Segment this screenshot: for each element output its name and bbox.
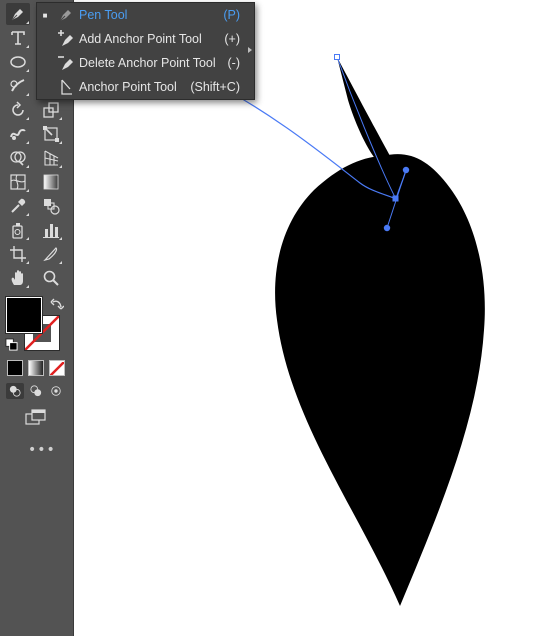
flyout-item-label: Pen Tool	[79, 8, 128, 22]
mesh-icon	[10, 174, 26, 190]
gradient-mode-button[interactable]	[28, 360, 44, 376]
perspective-grid-icon	[44, 150, 59, 166]
rotate-tool-button[interactable]	[6, 99, 30, 121]
flyout-item-label: Anchor Point Tool	[79, 80, 177, 94]
hand-tool-button[interactable]	[6, 267, 30, 289]
fill-swatch[interactable]	[6, 297, 42, 333]
column-graph-tool-button[interactable]	[39, 219, 63, 241]
scale-icon	[43, 102, 59, 118]
flyout-item-label: Add Anchor Point Tool	[79, 32, 202, 46]
none-mode-button[interactable]	[49, 360, 65, 376]
symbol-sprayer-tool-button[interactable]	[6, 219, 30, 241]
flyout-item-shortcut: (-)	[227, 56, 241, 70]
type-tool-button[interactable]	[6, 27, 30, 49]
screen-mode-icon[interactable]	[25, 408, 47, 426]
artboard-icon	[10, 246, 26, 262]
blend-tool-button[interactable]	[39, 195, 63, 217]
pen-tool-button[interactable]	[6, 3, 30, 25]
zoom-tool-button[interactable]	[39, 267, 63, 289]
flyout-item-add-anchor-point-tool[interactable]: Add Anchor Point Tool (+)	[37, 27, 254, 51]
draw-behind-button[interactable]	[27, 383, 45, 399]
ellipse-icon	[10, 56, 26, 68]
pen-tools-flyout: ■ Pen Tool (P) Add Anchor Point Tool (+)…	[36, 2, 255, 100]
anchor-point-selected[interactable]	[392, 195, 399, 202]
zoom-icon	[43, 270, 59, 286]
pencil-brush-icon	[10, 79, 25, 92]
eyedropper-tool-button[interactable]	[6, 195, 30, 217]
type-icon	[11, 31, 25, 45]
delete-anchor-point-icon	[53, 53, 79, 73]
gradient-icon	[43, 174, 59, 190]
slice-tool-button[interactable]	[39, 243, 63, 265]
pen-icon	[11, 9, 23, 21]
edit-toolbar-button[interactable]: •••	[28, 442, 56, 458]
stem-shape[interactable]	[337, 57, 394, 163]
flyout-item-shortcut: (+)	[224, 32, 240, 46]
scale-tool-button[interactable]	[39, 99, 63, 121]
swap-fill-stroke-icon[interactable]	[50, 297, 65, 316]
blend-icon	[44, 199, 60, 215]
direction-handle-point[interactable]	[402, 166, 410, 174]
rotate-icon	[12, 101, 24, 116]
artboard-tool-button[interactable]	[6, 243, 30, 265]
mesh-tool-button[interactable]	[6, 171, 30, 193]
slice-icon	[43, 247, 58, 262]
column-graph-icon	[43, 224, 59, 238]
shape-builder-icon	[10, 151, 26, 166]
free-transform-icon	[43, 126, 59, 142]
flyout-item-anchor-point-tool[interactable]: Anchor Point Tool (Shift+C)	[37, 75, 254, 99]
flyout-item-label: Delete Anchor Point Tool	[79, 56, 216, 70]
ellipse-tool-button[interactable]	[6, 51, 30, 73]
eyedropper-icon	[11, 198, 26, 213]
draw-inside-button[interactable]	[47, 383, 65, 399]
direction-handle-point[interactable]	[383, 224, 391, 232]
gradient-tool-button[interactable]	[39, 171, 63, 193]
anchor-point[interactable]	[334, 54, 340, 60]
pencil-tool-button[interactable]	[6, 75, 30, 97]
pen-icon	[53, 5, 79, 25]
flyout-item-pen-tool[interactable]: ■ Pen Tool (P)	[37, 3, 254, 27]
symbol-sprayer-icon	[12, 223, 23, 239]
tear-off-arrow-icon[interactable]	[248, 47, 252, 53]
default-fill-stroke-icon[interactable]	[5, 336, 18, 355]
perspective-grid-tool-button[interactable]	[39, 147, 63, 169]
add-anchor-point-icon	[53, 29, 79, 49]
flyout-item-delete-anchor-point-tool[interactable]: Delete Anchor Point Tool (-)	[37, 51, 254, 75]
draw-normal-button[interactable]	[6, 383, 24, 399]
anchor-point-icon	[53, 77, 79, 97]
flyout-item-shortcut: (Shift+C)	[190, 80, 240, 94]
flyout-item-shortcut: (P)	[223, 8, 240, 22]
selected-marker: ■	[42, 10, 48, 20]
color-mode-button[interactable]	[7, 360, 23, 376]
leaf-shape[interactable]	[275, 154, 485, 607]
free-transform-tool-button[interactable]	[39, 123, 63, 145]
hand-icon	[11, 270, 23, 285]
warp-tool-button[interactable]	[6, 123, 30, 145]
warp-icon	[10, 129, 26, 140]
shape-builder-tool-button[interactable]	[6, 147, 30, 169]
